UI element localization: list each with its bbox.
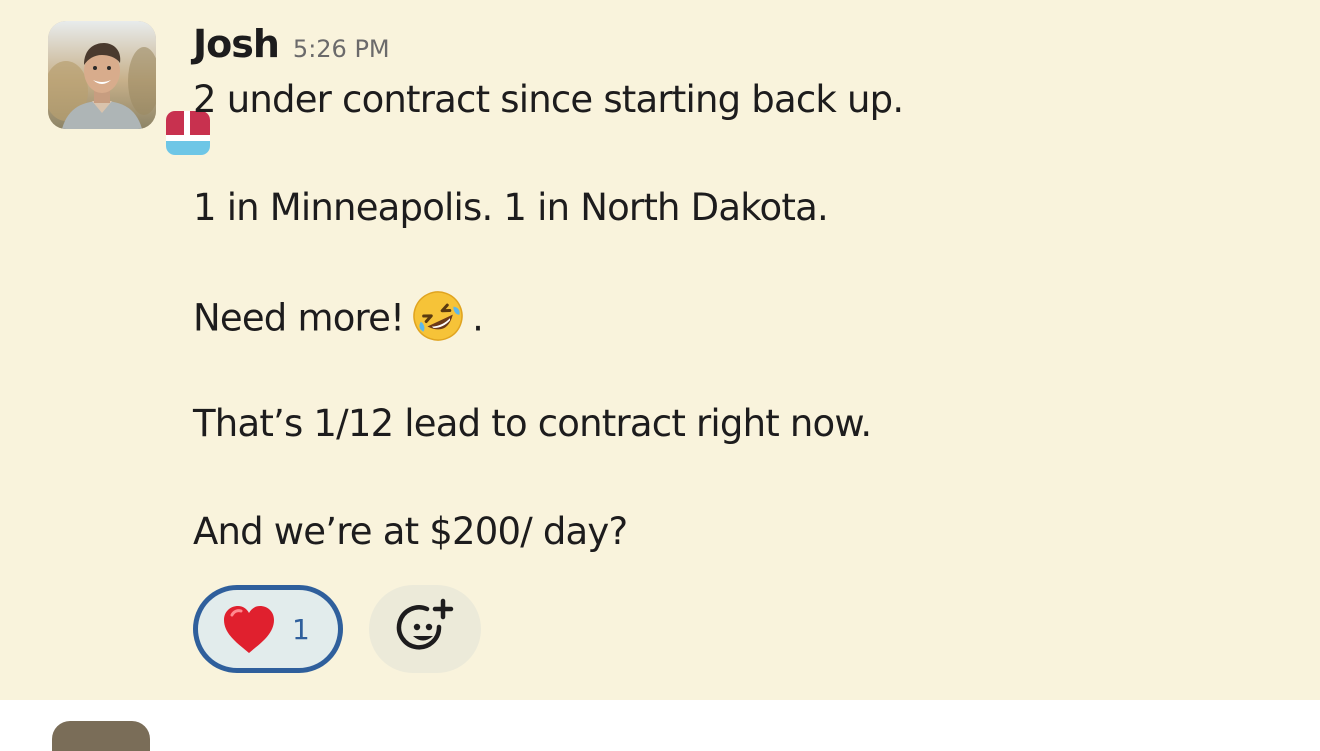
message-text-segment: . xyxy=(472,296,484,340)
message-text-line: Need more! . xyxy=(193,291,484,348)
user-photo-avatar-icon xyxy=(48,21,156,129)
message-text-line: 1 in Minneapolis. 1 in North Dakota. xyxy=(193,186,829,229)
add-reaction-icon xyxy=(396,598,454,650)
avatar-group[interactable] xyxy=(48,21,214,159)
reaction-count: 1 xyxy=(292,612,310,646)
message-text-line: And we’re at $200/ day? xyxy=(193,510,628,553)
avatar[interactable] xyxy=(48,21,156,129)
reaction-heart-button[interactable]: 1 xyxy=(193,585,343,673)
add-reaction-button[interactable] xyxy=(369,585,481,673)
reactions-bar: 1 xyxy=(193,585,481,673)
message-text-segment: Need more! xyxy=(193,296,405,340)
message-row[interactable]: Josh 5:26 PM 2 under contract since star… xyxy=(0,0,1320,700)
message-text-line: 2 under contract since starting back up. xyxy=(193,78,904,121)
rolling-on-the-floor-laughing-emoji-icon xyxy=(413,291,463,341)
message-header: Josh 5:26 PM xyxy=(193,22,390,72)
red-heart-emoji-icon xyxy=(224,606,274,653)
message-text-line: That’s 1/12 lead to contract right now. xyxy=(193,402,872,445)
next-message-avatar[interactable] xyxy=(52,721,150,751)
timestamp[interactable]: 5:26 PM xyxy=(293,35,390,63)
sender-name[interactable]: Josh xyxy=(193,22,280,66)
